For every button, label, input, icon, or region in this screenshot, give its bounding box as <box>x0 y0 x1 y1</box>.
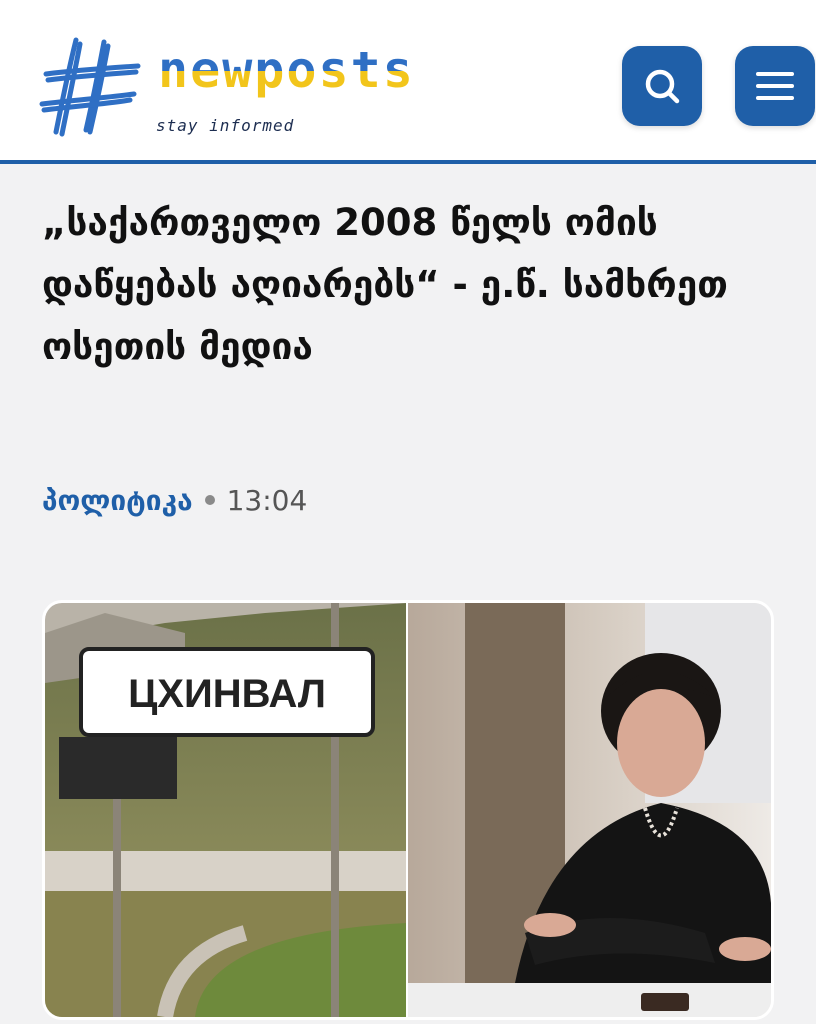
article-photo: ЦХИНВАЛ <box>45 603 771 1017</box>
article-image[interactable]: ЦХИНВАЛ <box>42 600 774 1020</box>
search-icon <box>645 69 680 104</box>
sign-text: ЦХИНВАЛ <box>128 672 326 716</box>
separator-dot <box>204 495 215 505</box>
site-header: newposts stay informed <box>0 0 816 164</box>
hamburger-menu-icon <box>756 72 794 100</box>
article-title: „საქართველო 2008 წელს ომის დაწყებას აღია… <box>42 201 728 368</box>
article-meta: პოლიტიკა 13:04 <box>42 480 307 520</box>
menu-button[interactable] <box>735 46 815 126</box>
publish-time: 13:04 <box>226 483 308 517</box>
search-button[interactable] <box>622 46 702 126</box>
site-logo[interactable]: newposts stay informed <box>38 28 438 148</box>
logo-tagline: stay informed <box>156 116 295 135</box>
logo-wordmark: newposts <box>158 41 415 99</box>
hashtag-logo-icon <box>39 37 141 137</box>
category-link[interactable]: პოლიტიკა <box>42 484 193 517</box>
